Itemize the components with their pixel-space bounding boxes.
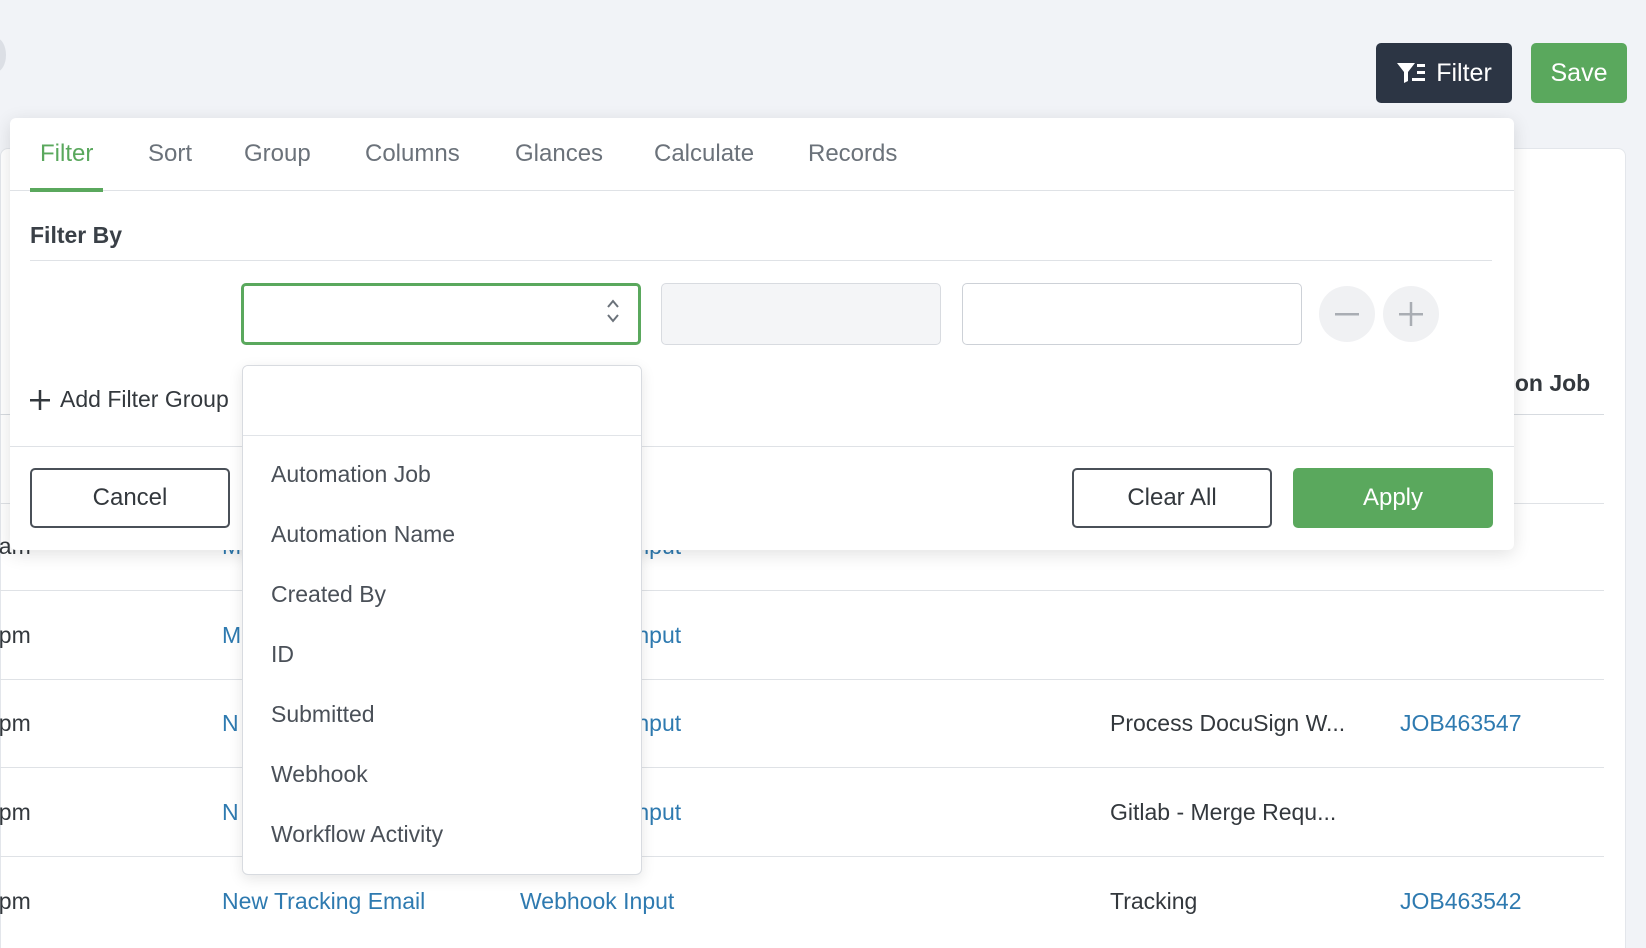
cell-time: 7pm	[0, 888, 31, 914]
dropdown-option[interactable]: Automation Name	[243, 512, 641, 572]
footer-divider	[10, 446, 1514, 447]
left-panel-edge	[0, 38, 6, 72]
clear-all-button[interactable]: Clear All	[1072, 468, 1272, 528]
cell-name-link[interactable]: N	[222, 799, 239, 826]
dropdown-search-input[interactable]	[243, 366, 641, 436]
filter-by-divider	[30, 260, 1492, 261]
cell-time: 3pm	[0, 710, 31, 736]
filter-icon	[1397, 63, 1426, 83]
dropdown-option[interactable]: Webhook	[243, 752, 641, 812]
tab-columns[interactable]: Columns	[365, 140, 460, 191]
minus-icon	[1335, 313, 1359, 316]
table-row[interactable]: 7pm New Tracking Email Webhook Input Tra…	[0, 856, 1604, 946]
cell-time: 2pm	[0, 799, 31, 825]
field-select[interactable]	[241, 283, 641, 345]
cell-automation-name: Process DocuSign W...	[1110, 710, 1346, 736]
cancel-button[interactable]: Cancel	[30, 468, 230, 528]
filter-button[interactable]: Filter	[1376, 43, 1512, 103]
cell-name-link[interactable]: M	[222, 622, 241, 649]
table-row[interactable]: 9pm M Input	[0, 590, 1604, 680]
filter-button-label: Filter	[1436, 58, 1492, 87]
cell-name-link[interactable]: N	[222, 710, 239, 737]
operator-select[interactable]	[661, 283, 941, 345]
cell-automation-name: Gitlab - Merge Requ...	[1110, 799, 1337, 825]
value-input[interactable]	[962, 283, 1302, 345]
table-row[interactable]: 3pm N Input Process DocuSign W... JOB463…	[0, 678, 1604, 768]
remove-condition-button[interactable]	[1319, 286, 1375, 342]
table-row[interactable]: 2pm N Input Gitlab - Merge Requ...	[0, 767, 1604, 857]
dropdown-option[interactable]: Submitted	[243, 692, 641, 752]
tab-records[interactable]: Records	[808, 140, 897, 191]
dropdown-option[interactable]: ID	[243, 632, 641, 692]
add-filter-group-link[interactable]: Add Filter Group	[30, 386, 229, 413]
cell-job-link[interactable]: JOB463547	[1400, 710, 1521, 737]
dropdown-options-list: Automation Job Automation Name Created B…	[243, 452, 641, 872]
field-dropdown-menu: Automation Job Automation Name Created B…	[242, 365, 642, 875]
tab-bar: Filter Sort Group Columns Glances Calcul…	[10, 118, 1514, 192]
plus-icon	[1399, 302, 1423, 326]
cell-name-link[interactable]: New Tracking Email	[222, 888, 425, 915]
add-filter-group-label: Add Filter Group	[60, 386, 229, 412]
apply-button[interactable]: Apply	[1293, 468, 1493, 528]
save-button[interactable]: Save	[1531, 43, 1627, 103]
dropdown-option[interactable]: Created By	[243, 572, 641, 632]
tab-sort[interactable]: Sort	[148, 140, 192, 191]
tab-group[interactable]: Group	[244, 140, 311, 191]
filter-by-heading: Filter By	[30, 222, 123, 248]
cell-automation-name: Tracking	[1110, 888, 1198, 914]
tab-calculate[interactable]: Calculate	[654, 140, 754, 191]
cell-trigger-link[interactable]: Webhook Input	[520, 888, 674, 915]
dropdown-option[interactable]: Automation Job	[243, 452, 641, 512]
filter-panel: Filter Sort Group Columns Glances Calcul…	[10, 118, 1514, 550]
cell-job-link[interactable]: JOB463542	[1400, 888, 1521, 915]
add-condition-button[interactable]	[1383, 286, 1439, 342]
chevron-up-down-icon	[606, 298, 620, 326]
tab-glances[interactable]: Glances	[515, 140, 603, 191]
tab-filter[interactable]: Filter	[29, 140, 104, 192]
cell-time: 9pm	[0, 622, 31, 648]
dropdown-option[interactable]: Workflow Activity	[243, 812, 641, 872]
plus-icon	[30, 389, 50, 410]
